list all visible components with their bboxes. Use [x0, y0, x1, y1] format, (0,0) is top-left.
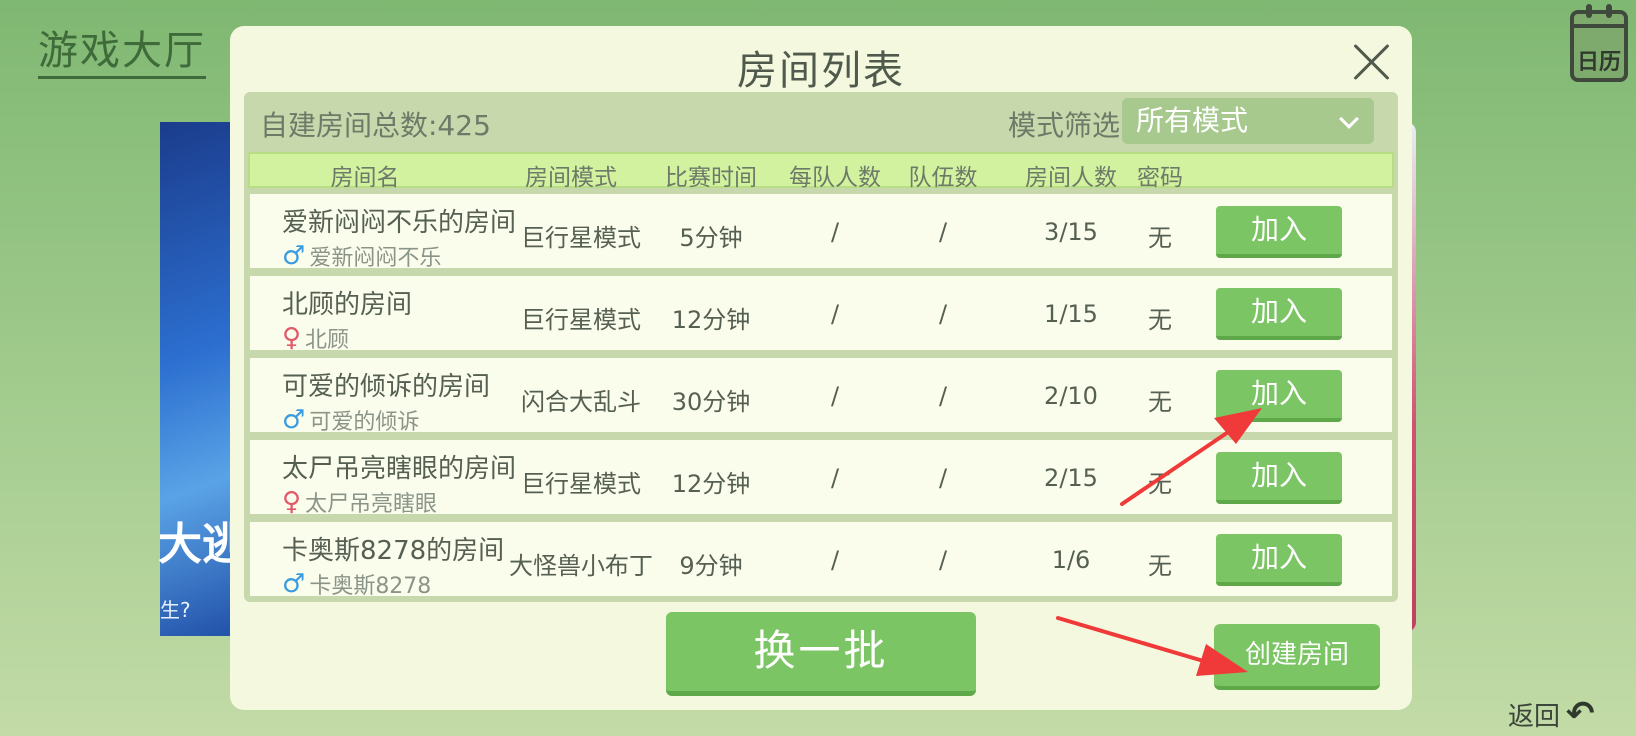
male-gender-icon: ♂	[282, 569, 306, 599]
column-header-time: 比赛时间	[665, 165, 757, 191]
room-list-dialog: 房间列表 自建房间总数:425 模式筛选: 所有模式 房间名 房间模式 比赛时间…	[230, 26, 1412, 710]
room-name: 可爱的倾诉的房间	[282, 372, 491, 402]
column-header-players: 房间人数	[1025, 165, 1117, 191]
mode-filter-label: 模式筛选:	[1008, 109, 1130, 142]
dialog-title: 房间列表	[737, 48, 905, 94]
male-gender-icon: ♂	[282, 405, 306, 435]
player-count: 3/15	[1044, 218, 1098, 246]
player-count: 2/10	[1044, 382, 1098, 410]
female-gender-icon: ♀	[282, 323, 302, 353]
players-per-team: /	[830, 546, 840, 574]
table-row: 爱新闷闷不乐的房间 ♂ 爱新闷闷不乐 巨行星模式 5分钟 / / 3/15 无 …	[248, 192, 1394, 272]
room-name: 太尸吊亮瞎眼的房间	[282, 454, 517, 484]
room-rows: 爱新闷闷不乐的房间 ♂ 爱新闷闷不乐 巨行星模式 5分钟 / / 3/15 无 …	[248, 192, 1394, 602]
owner-name: 北顾	[305, 328, 350, 353]
mode-filter-select[interactable]: 所有模式	[1122, 98, 1374, 144]
room-mode: 巨行星模式	[521, 224, 641, 252]
join-button[interactable]: 加入	[1216, 288, 1342, 340]
password-status: 无	[1148, 224, 1172, 252]
owner-name: 卡奥斯8278	[309, 574, 432, 599]
calendar-button[interactable]: 日历	[1570, 4, 1628, 82]
players-per-team: /	[830, 382, 840, 410]
room-owner: ♂ 卡奥斯8278	[282, 568, 431, 600]
player-count: 1/6	[1051, 546, 1091, 574]
calendar-label: 日历	[1576, 50, 1621, 75]
match-time: 12分钟	[671, 306, 751, 334]
join-button[interactable]: 加入	[1216, 370, 1342, 422]
password-status: 无	[1148, 388, 1172, 416]
room-owner: ♀ 太尸吊亮瞎眼	[282, 486, 437, 518]
table-header: 房间名 房间模式 比赛时间 每队人数 队伍数 房间人数 密码	[248, 152, 1394, 191]
create-room-button[interactable]: 创建房间	[1214, 624, 1380, 690]
column-header-name: 房间名	[330, 165, 400, 191]
column-header-mode: 房间模式	[525, 165, 617, 191]
room-owner: ♀ 北顾	[282, 322, 349, 354]
room-list-panel: 自建房间总数:425 模式筛选: 所有模式 房间名 房间模式 比赛时间 每队人数…	[244, 92, 1398, 602]
table-row: 太尸吊亮瞎眼的房间 ♀ 太尸吊亮瞎眼 巨行星模式 12分钟 / / 2/15 无…	[248, 438, 1394, 518]
refresh-list-button[interactable]: 换一批	[666, 612, 976, 696]
table-row: 可爱的倾诉的房间 ♂ 可爱的倾诉 闪合大乱斗 30分钟 / / 2/10 无 加…	[248, 356, 1394, 436]
owner-name: 太尸吊亮瞎眼	[305, 492, 438, 517]
close-icon[interactable]	[1350, 40, 1394, 84]
column-header-password: 密码	[1137, 165, 1183, 191]
player-count: 1/15	[1044, 300, 1098, 328]
team-count: /	[938, 300, 948, 328]
join-button[interactable]: 加入	[1216, 534, 1342, 586]
male-gender-icon: ♂	[282, 241, 306, 271]
team-count: /	[938, 546, 948, 574]
players-per-team: /	[830, 218, 840, 246]
room-name: 卡奥斯8278的房间	[282, 536, 505, 566]
owner-name: 爱新闷闷不乐	[309, 246, 442, 271]
mode-filter-value: 所有模式	[1136, 104, 1249, 137]
owner-name: 可爱的倾诉	[309, 410, 420, 435]
column-header-teams: 队伍数	[908, 165, 978, 191]
chevron-down-icon	[1339, 109, 1359, 129]
female-gender-icon: ♀	[282, 487, 302, 517]
room-mode: 巨行星模式	[521, 306, 641, 334]
lobby-title: 游戏大厅	[38, 26, 206, 79]
room-total-count: 自建房间总数:425	[260, 109, 491, 142]
player-count: 2/15	[1044, 464, 1098, 492]
room-owner: ♂ 可爱的倾诉	[282, 404, 419, 436]
match-time: 9分钟	[679, 552, 743, 580]
table-row: 卡奥斯8278的房间 ♂ 卡奥斯8278 大怪兽小布丁 9分钟 / / 1/6 …	[248, 520, 1394, 600]
team-count: /	[938, 464, 948, 492]
room-name: 爱新闷闷不乐的房间	[282, 208, 517, 238]
column-header-per-team: 每队人数	[789, 165, 881, 191]
room-mode: 大怪兽小布丁	[509, 552, 653, 580]
match-time: 5分钟	[679, 224, 743, 252]
back-button[interactable]: 返回 ↶	[1508, 694, 1595, 734]
table-row: 北顾的房间 ♀ 北顾 巨行星模式 12分钟 / / 1/15 无 加入	[248, 274, 1394, 354]
team-count: /	[938, 218, 948, 246]
team-count: /	[938, 382, 948, 410]
calendar-icon	[1574, 24, 1624, 28]
back-label: 返回	[1508, 701, 1561, 732]
join-button[interactable]: 加入	[1216, 206, 1342, 258]
join-button[interactable]: 加入	[1216, 452, 1342, 504]
match-time: 30分钟	[671, 388, 751, 416]
password-status: 无	[1148, 552, 1172, 580]
room-owner: ♂ 爱新闷闷不乐	[282, 240, 441, 272]
password-status: 无	[1148, 306, 1172, 334]
players-per-team: /	[830, 464, 840, 492]
room-mode: 巨行星模式	[521, 470, 641, 498]
match-time: 12分钟	[671, 470, 751, 498]
room-name: 北顾的房间	[282, 290, 413, 320]
banner-subtext: 生?	[160, 598, 191, 622]
room-mode: 闪合大乱斗	[521, 388, 641, 416]
players-per-team: /	[830, 300, 840, 328]
back-arrow-icon: ↶	[1566, 694, 1595, 734]
password-status: 无	[1148, 470, 1172, 498]
